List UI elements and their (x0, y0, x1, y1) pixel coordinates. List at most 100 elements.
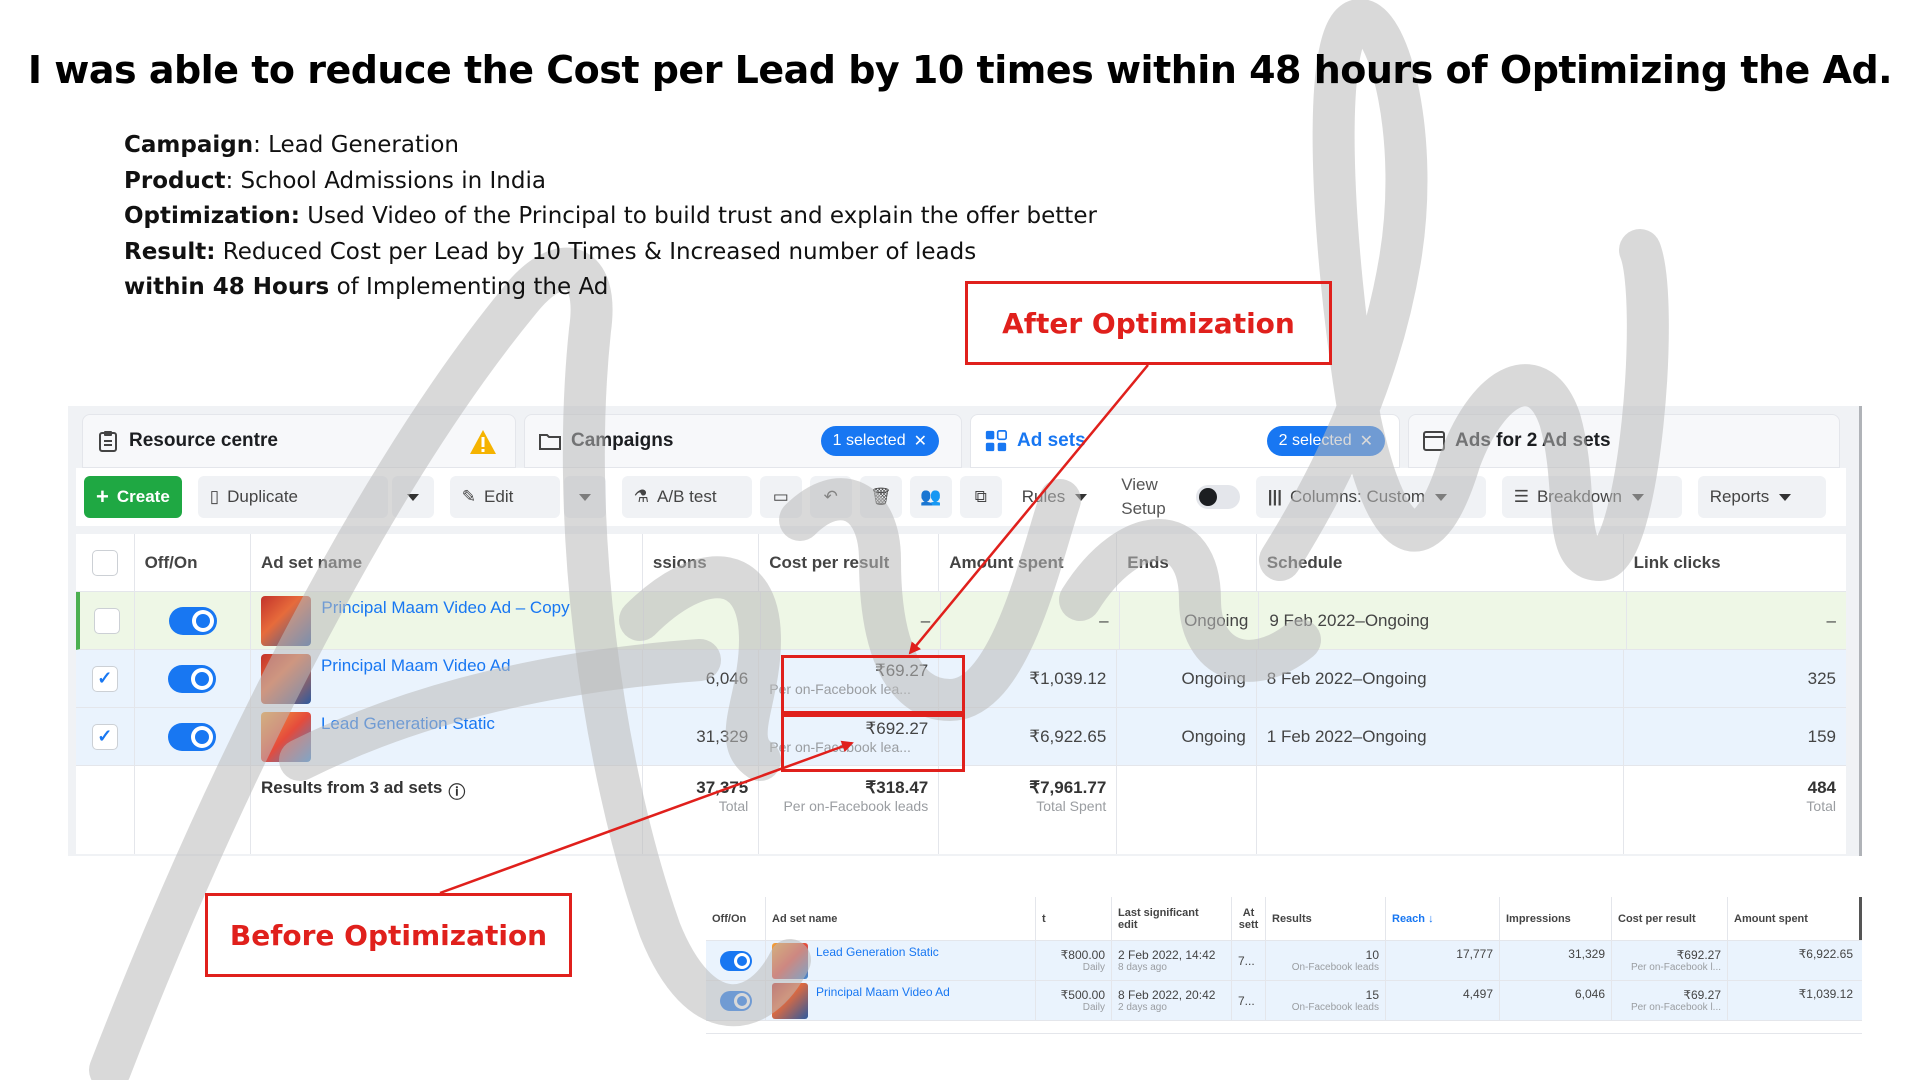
amount-spent-value: ₹6,922.65 (1798, 947, 1853, 961)
preview-button[interactable]: ⧉ (959, 476, 1002, 518)
warning-icon (469, 429, 497, 461)
col-last-edit: Last significant (1118, 906, 1199, 919)
duplicate-dropdown[interactable] (391, 476, 434, 518)
col-budget[interactable]: t (1036, 897, 1112, 940)
before-optimization-callout: Before Optimization (205, 893, 572, 977)
ad-set-name-link[interactable]: Principal Maam Video Ad (321, 656, 511, 676)
edit-button[interactable]: ✎ Edit (449, 476, 560, 518)
rules-button[interactable]: Rules (1009, 476, 1100, 518)
results-value: 15 (1365, 988, 1379, 1002)
row-toggle[interactable] (168, 664, 217, 693)
ad-thumbnail (260, 711, 311, 762)
budget-value: ₹800.00 (1060, 948, 1105, 962)
ad-thumbnail (772, 942, 808, 979)
row-checkbox[interactable]: ✓ (91, 723, 118, 750)
toolbar: + Create ▯ Duplicate ✎ Edit ⚗ A/B test ▭ ↶ 🗑… (76, 468, 1846, 526)
col-schedule[interactable]: Schedule (1257, 534, 1624, 591)
close-icon[interactable]: ✕ (914, 431, 927, 451)
amount-spent-value: ₹1,039.12 (939, 650, 1118, 707)
cost-per-result-value: ₹69.27 (1683, 988, 1721, 1002)
row-checkbox[interactable] (93, 607, 120, 634)
reach-value: 4,497 (1386, 981, 1500, 1020)
columns-button[interactable]: ||| Columns: Custom (1255, 476, 1486, 518)
col-impressions[interactable]: ssions (643, 534, 760, 591)
edit-dropdown[interactable] (563, 476, 606, 518)
ad-icon (1423, 430, 1445, 452)
clipboard-button[interactable]: ▭ (759, 476, 802, 518)
campaign-details: Campaign: Lead Generation Product: Schoo… (124, 128, 1097, 306)
undo-button[interactable]: ↶ (809, 476, 852, 518)
columns-icon: ||| (1267, 487, 1282, 506)
schedule-value: 8 Feb 2022–Ongoing (1257, 650, 1624, 707)
close-icon[interactable]: ✕ (1360, 431, 1373, 451)
col-results[interactable]: Results (1266, 897, 1386, 940)
audience-button[interactable]: 👥 (909, 476, 952, 518)
last-edit-sub: 8 days ago (1118, 962, 1167, 973)
col-offon[interactable]: Off/On (706, 897, 766, 940)
col-offon[interactable]: Off/On (135, 534, 251, 591)
reports-button[interactable]: Reports (1697, 476, 1826, 518)
tab-ad-sets[interactable]: Ad sets 2 selected ✕ (970, 414, 1400, 468)
col-cost-per-result[interactable]: Cost per result (759, 534, 940, 591)
tab-bar: Resource centre Campaigns 1 selected ✕ Ad… (82, 414, 1840, 468)
tab-ads[interactable]: Ads for 2 Ad sets (1408, 414, 1840, 468)
col-amount-spent[interactable]: Amount spent (939, 534, 1118, 591)
col-amount-spent[interactable]: Amount spent (1728, 897, 1859, 940)
ab-test-button[interactable]: ⚗ A/B test (621, 476, 752, 518)
select-all-checkbox[interactable] (91, 549, 118, 576)
row-toggle[interactable] (719, 950, 752, 971)
row-toggle[interactable] (168, 606, 217, 635)
col-reach[interactable]: Reach ↓ (1386, 897, 1500, 940)
duplicate-icon: ▯ (209, 487, 220, 506)
impressions-value: 6,046 (643, 650, 760, 707)
row-checkbox[interactable]: ✓ (91, 665, 118, 692)
table-row[interactable]: Principal Maam Video Ad – Copy – – Ongoi… (76, 592, 1846, 650)
amount-spent-value: – (941, 592, 1120, 649)
col-ad-set-name[interactable]: Ad set name (251, 534, 643, 591)
breakdown-icon: ☰ (1513, 487, 1529, 506)
cost-per-result-value: – (761, 592, 942, 649)
attribution-value: 7... (1232, 941, 1266, 980)
results-value: 10 (1365, 948, 1379, 962)
ad-thumbnail (260, 653, 311, 704)
campaigns-selected-pill[interactable]: 1 selected ✕ (820, 426, 939, 456)
clipboard-icon: ▭ (772, 487, 789, 506)
col-attribution: At (1242, 906, 1255, 919)
tab-resource-centre[interactable]: Resource centre (82, 414, 516, 468)
delete-button[interactable]: 🗑 (859, 476, 902, 518)
table-row[interactable]: Principal Maam Video Ad ₹500.00 Daily 8 F… (706, 981, 1862, 1021)
breakdown-button[interactable]: ☰ Breakdown (1501, 476, 1682, 518)
ad-thumbnail (261, 595, 312, 646)
totals-cost-per-result: ₹318.47 (865, 778, 929, 797)
ad-set-name-link[interactable]: Principal Maam Video Ad – Copy (321, 598, 569, 618)
chevron-down-icon (1632, 493, 1644, 501)
detail-result: Result: Reduced Cost per Lead by 10 Time… (124, 238, 977, 265)
info-icon[interactable]: ⓘ (448, 778, 465, 854)
col-ends[interactable]: Ends (1117, 534, 1257, 591)
ad-set-name-link[interactable]: Principal Maam Video Ad (816, 985, 950, 999)
row-toggle[interactable] (719, 990, 752, 1011)
ends-value: Ongoing (1117, 708, 1257, 765)
flask-icon: ⚗ (633, 487, 650, 506)
view-setup-toggle[interactable] (1195, 485, 1240, 509)
before-snapshot-table: Off/On Ad set name t Last significant edi… (706, 897, 1862, 1034)
tab-campaigns[interactable]: Campaigns 1 selected ✕ (524, 414, 962, 468)
last-edit-sub: 2 days ago (1118, 1002, 1167, 1013)
col-cost-per-result[interactable]: Cost per result (1612, 897, 1728, 940)
col-ad-set-name[interactable]: Ad set name (766, 897, 1036, 940)
last-edit-value: 2 Feb 2022, 14:42 (1118, 948, 1216, 962)
col-link-clicks[interactable]: Link clicks (1624, 534, 1846, 591)
duplicate-button[interactable]: ▯ Duplicate (197, 476, 388, 518)
col-impressions[interactable]: Impressions (1500, 897, 1612, 940)
row-toggle[interactable] (168, 722, 217, 751)
budget-sub: Daily (1082, 1002, 1105, 1013)
table-row[interactable]: Lead Generation Static ₹800.00 Daily 2 Fe… (706, 941, 1862, 981)
ad-set-name-link[interactable]: Lead Generation Static (321, 714, 495, 734)
view-setup-label: View Setup (1121, 475, 1166, 518)
adsets-selected-pill[interactable]: 2 selected ✕ (1266, 426, 1385, 456)
create-button[interactable]: + Create (84, 476, 182, 518)
schedule-value: 9 Feb 2022–Ongoing (1259, 592, 1628, 649)
budget-sub: Daily (1082, 962, 1105, 973)
ad-set-name-link[interactable]: Lead Generation Static (816, 945, 939, 959)
chevron-down-icon (1779, 493, 1792, 501)
